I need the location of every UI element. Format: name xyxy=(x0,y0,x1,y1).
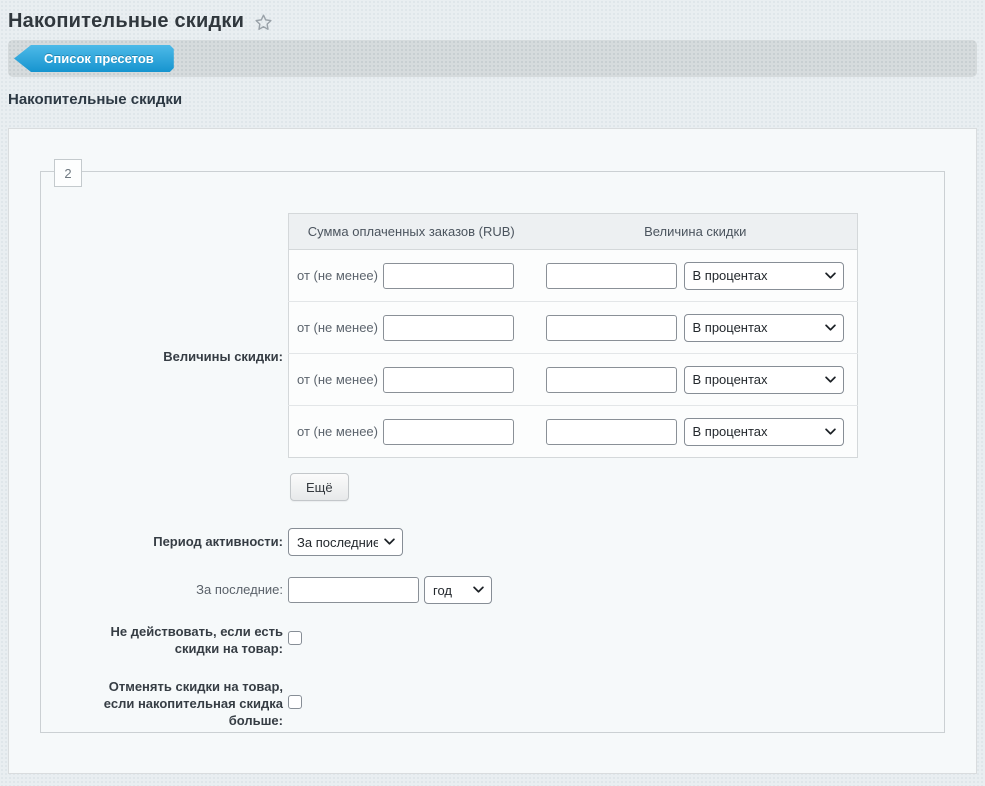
discount-type-select-3[interactable]: В процентах xyxy=(684,366,844,394)
row-label-from: от (не менее) xyxy=(297,372,378,387)
discount-type-select-1[interactable]: В процентах xyxy=(684,262,844,290)
last-period-unit-select[interactable]: год xyxy=(424,576,492,604)
discount-value-input-2[interactable] xyxy=(546,315,677,341)
more-button[interactable]: Ещё xyxy=(290,473,349,501)
preset-fieldset: 2 Величины скидки: Сумма оплаченных зака… xyxy=(40,171,945,733)
no-apply-if-product-discount-checkbox[interactable] xyxy=(288,631,302,645)
discounts-table-header-row: Сумма оплаченных заказов (RUB) Величина … xyxy=(289,214,858,250)
last-period-input[interactable] xyxy=(288,577,419,603)
order-amount-input-2[interactable] xyxy=(383,315,514,341)
last-period-row: За последние: год xyxy=(41,576,944,604)
row-label-from: от (не менее) xyxy=(297,320,378,335)
cancel-product-discount-row: Отменять скидки на товар, если накопител… xyxy=(41,679,944,729)
preset-tab-2[interactable]: 2 xyxy=(54,159,82,187)
content-panel: 2 Величины скидки: Сумма оплаченных зака… xyxy=(8,128,977,774)
discount-amounts-row: Величины скидки: Сумма оплаченных заказо… xyxy=(41,213,944,501)
row-label-from: от (не менее) xyxy=(297,424,378,439)
discounts-label: Величины скидки: xyxy=(41,349,283,366)
preset-list-button[interactable]: Список пресетов xyxy=(14,45,174,72)
preset-list-button-label: Список пресетов xyxy=(44,51,154,66)
discounts-table: Сумма оплаченных заказов (RUB) Величина … xyxy=(288,213,858,458)
no-apply-if-product-discount-label: Не действовать, если есть скидки на това… xyxy=(41,624,283,657)
order-amount-input-4[interactable] xyxy=(383,419,514,445)
activity-period-row: Период активности: За последние xyxy=(41,528,944,556)
page-title: Накопительные скидки xyxy=(8,10,244,33)
column-header-discount-value: Величина скидки xyxy=(534,214,858,250)
cancel-product-discount-checkbox[interactable] xyxy=(288,695,302,709)
page-root: Накопительные скидки Список пресетов Нак… xyxy=(0,0,985,774)
cancel-product-discount-label: Отменять скидки на товар, если накопител… xyxy=(41,679,283,729)
order-amount-input-3[interactable] xyxy=(383,367,514,393)
order-amount-input-1[interactable] xyxy=(383,263,514,289)
section-title: Накопительные скидки xyxy=(8,91,977,108)
activity-period-label: Период активности: xyxy=(41,534,283,551)
discount-row-1: от (не менее) В процентах xyxy=(289,250,858,302)
discount-value-input-4[interactable] xyxy=(546,419,677,445)
discount-row-2: от (не менее) В процентах xyxy=(289,302,858,354)
last-period-label: За последние: xyxy=(41,582,283,599)
row-label-from: от (не менее) xyxy=(297,268,378,283)
favorite-star-icon[interactable] xyxy=(254,13,273,32)
discount-row-4: от (не менее) В процентах xyxy=(289,406,858,458)
discount-value-input-3[interactable] xyxy=(546,367,677,393)
activity-period-select[interactable]: За последние xyxy=(288,528,403,556)
discount-value-input-1[interactable] xyxy=(546,263,677,289)
discount-row-3: от (не менее) В процентах xyxy=(289,354,858,406)
column-header-order-amount: Сумма оплаченных заказов (RUB) xyxy=(289,214,534,250)
page-header: Накопительные скидки xyxy=(0,0,985,38)
discount-type-select-4[interactable]: В процентах xyxy=(684,418,844,446)
toolbar: Список пресетов xyxy=(8,40,977,77)
discount-type-select-2[interactable]: В процентах xyxy=(684,314,844,342)
no-apply-if-product-discount-row: Не действовать, если есть скидки на това… xyxy=(41,624,944,657)
